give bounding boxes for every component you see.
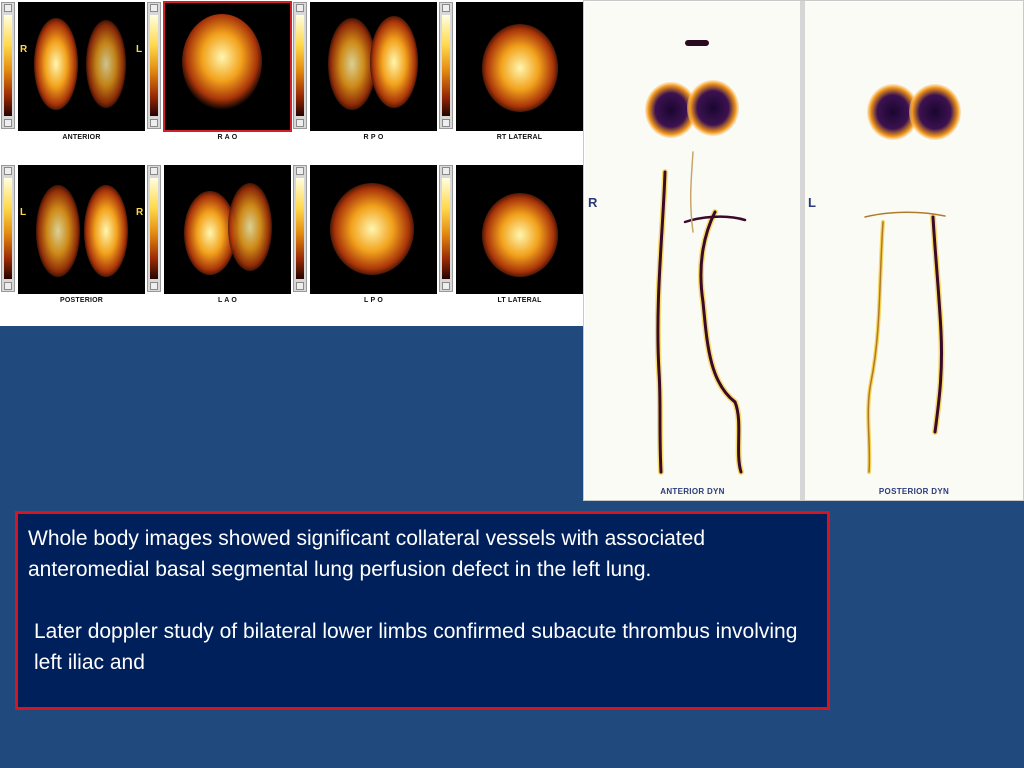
color-scale bbox=[293, 2, 307, 129]
view-label: LT LATERAL bbox=[497, 297, 542, 304]
posterior-dyn-panel: L POSTERIOR DYN bbox=[805, 2, 1023, 500]
color-scale bbox=[439, 165, 453, 292]
color-scale bbox=[147, 2, 161, 129]
lung-image-anterior bbox=[18, 2, 145, 131]
color-scale bbox=[439, 2, 453, 129]
anterior-dyn-label: ANTERIOR DYN bbox=[660, 487, 725, 496]
lung-image-rao bbox=[163, 1, 292, 132]
side-mark-left: L bbox=[20, 207, 27, 218]
color-scale bbox=[293, 165, 307, 292]
anterior-dyn-panel: R ANTERIOR DYN bbox=[585, 2, 800, 500]
color-scale bbox=[147, 165, 161, 292]
posterior-dyn-label: POSTERIOR DYN bbox=[878, 487, 950, 496]
lung-image-lao bbox=[164, 165, 291, 294]
view-label: R A O bbox=[217, 134, 238, 141]
view-rao: R A O bbox=[146, 0, 292, 163]
caption-box: Whole body images showed significant col… bbox=[15, 511, 830, 710]
lung-image-rt-lateral bbox=[456, 2, 583, 131]
view-anterior: R L ANTERIOR bbox=[0, 0, 146, 163]
side-mark-right: L bbox=[136, 44, 143, 55]
view-label: POSTERIOR bbox=[59, 297, 104, 304]
view-label: ANTERIOR bbox=[62, 134, 101, 141]
view-rpo: R P O bbox=[292, 0, 438, 163]
lung-row-1: R L ANTERIOR R A O R P O RT LATERAL bbox=[0, 0, 583, 163]
caption-paragraph-2: Later doppler study of bilateral lower l… bbox=[34, 620, 798, 674]
lung-image-posterior bbox=[18, 165, 145, 294]
lung-image-lpo bbox=[310, 165, 437, 294]
lung-image-lt-lateral bbox=[456, 165, 583, 294]
color-scale bbox=[1, 165, 15, 292]
side-mark: R bbox=[588, 195, 598, 210]
whole-body-scan: R ANTERIOR DYN L POSTERIOR DYN bbox=[583, 0, 1024, 501]
view-label: RT LATERAL bbox=[496, 134, 543, 141]
color-scale bbox=[1, 2, 15, 129]
view-lt-lateral: LT LATERAL bbox=[438, 163, 584, 326]
view-label: L A O bbox=[217, 297, 238, 304]
view-lao: L A O bbox=[146, 163, 292, 326]
view-rt-lateral: RT LATERAL bbox=[438, 0, 584, 163]
view-lpo: L P O bbox=[292, 163, 438, 326]
lung-perfusion-grid: R L ANTERIOR R A O R P O RT LATERAL L R … bbox=[0, 0, 583, 326]
side-mark-right: R bbox=[136, 207, 144, 218]
caption-paragraph-1: Whole body images showed significant col… bbox=[28, 527, 706, 581]
view-label: R P O bbox=[363, 134, 384, 141]
view-label: L P O bbox=[363, 297, 384, 304]
side-mark-left: R bbox=[20, 44, 28, 55]
lung-image-rpo bbox=[310, 2, 437, 131]
view-posterior: L R POSTERIOR bbox=[0, 163, 146, 326]
lung-row-2: L R POSTERIOR L A O L P O LT LATERAL bbox=[0, 163, 583, 326]
side-mark: L bbox=[808, 195, 816, 210]
